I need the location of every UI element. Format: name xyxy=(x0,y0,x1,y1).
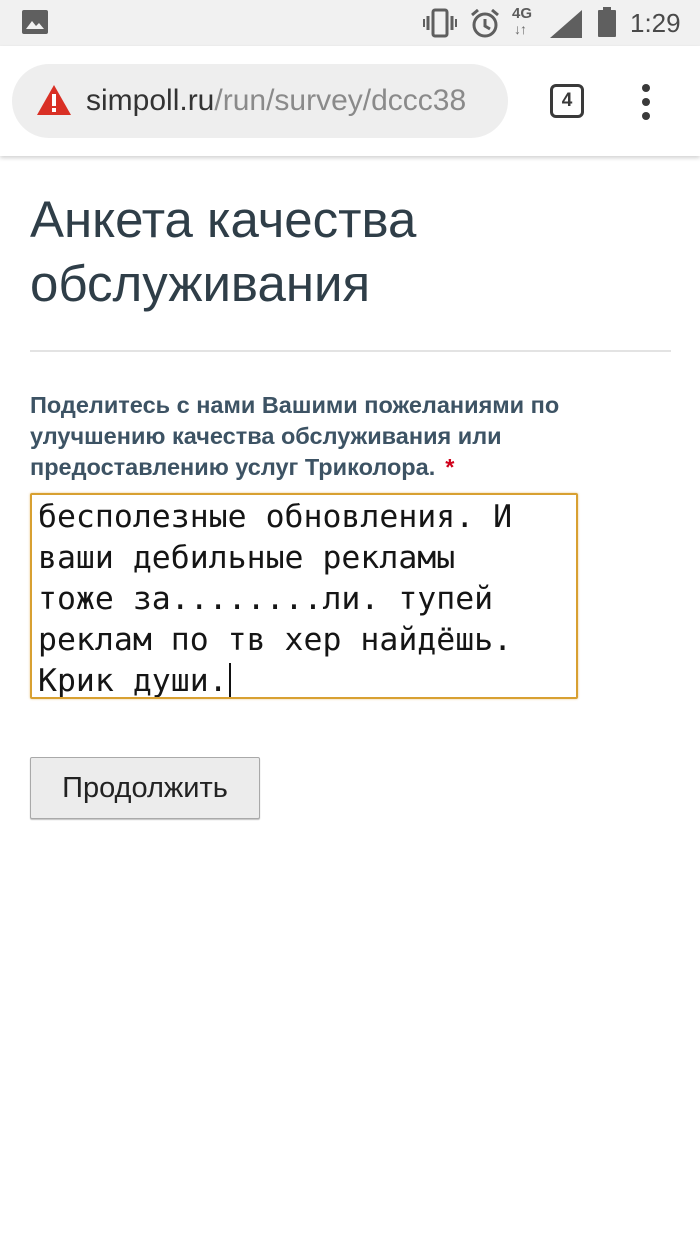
required-mark: * xyxy=(445,454,455,480)
answer-textarea[interactable]: бесполезные обновления. И ваши дебильные… xyxy=(30,493,578,699)
warning-icon[interactable] xyxy=(36,84,72,121)
continue-button[interactable]: Продолжить xyxy=(30,757,260,819)
battery-icon xyxy=(598,7,616,42)
browser-toolbar: simpoll.ru/run/survey/dccc38 4 xyxy=(0,46,700,156)
question-label: Поделитесь с нами Вашими пожеланиями по … xyxy=(30,390,610,483)
gallery-icon xyxy=(22,10,48,39)
answer-text: бесполезные обновления. И ваши дебильные… xyxy=(38,499,513,699)
url-text[interactable]: simpoll.ru/run/survey/dccc38 xyxy=(86,83,490,119)
signal-icon xyxy=(550,10,582,43)
url-domain: simpoll.ru xyxy=(86,84,215,117)
address-bar[interactable]: simpoll.ru/run/survey/dccc38 xyxy=(12,64,508,138)
question-text: Поделитесь с нами Вашими пожеланиями по … xyxy=(30,392,560,480)
clock: 1:29 xyxy=(630,8,681,38)
page-title: Анкета качества обслуживания xyxy=(30,191,417,312)
resize-grip-icon[interactable] xyxy=(568,689,574,695)
vibrate-icon xyxy=(423,8,457,43)
status-bar: 4G ↓↑ 1:29 xyxy=(0,0,700,46)
network-type-label: 4G xyxy=(512,5,533,22)
overflow-menu-icon[interactable] xyxy=(636,84,656,120)
tab-switcher-button[interactable]: 4 xyxy=(550,84,584,118)
text-cursor xyxy=(228,663,231,697)
url-path: /run/survey/dccc38 xyxy=(214,84,467,117)
alarm-icon xyxy=(470,8,500,44)
data-activity-arrows: ↓↑ xyxy=(514,21,527,37)
divider xyxy=(30,350,671,352)
